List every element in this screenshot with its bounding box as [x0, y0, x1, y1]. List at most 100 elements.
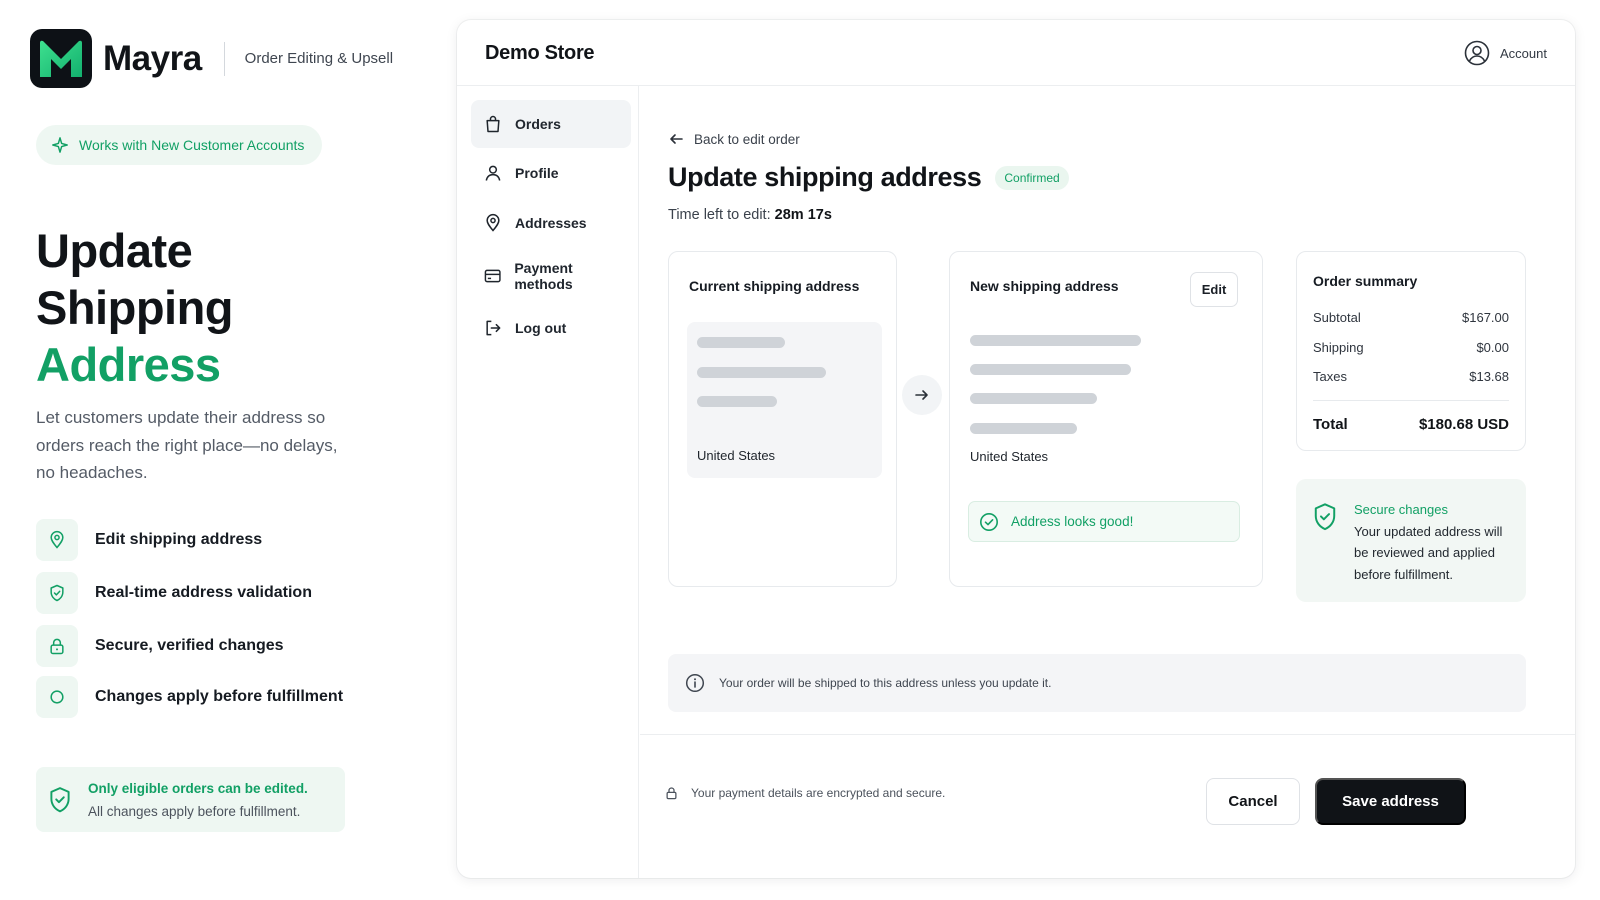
- shipping-info-banner: Your order will be shipped to this addre…: [668, 654, 1526, 712]
- sidebar-item-label: Payment methods: [514, 260, 573, 292]
- feature-item: Edit shipping address: [36, 519, 343, 561]
- hero-line-1: Update: [36, 224, 193, 277]
- back-link-label: Back to edit order: [694, 131, 800, 147]
- check-circle-icon: [980, 512, 998, 531]
- shopping-bag-icon: [486, 115, 500, 133]
- sidebar-item-label: Orders: [515, 116, 561, 132]
- secure-changes-title: Secure changes: [1354, 502, 1448, 517]
- form-footer: Your payment details are encrypted and s…: [640, 734, 1575, 878]
- sidebar-item-payment-methods[interactable]: Payment methods: [471, 252, 631, 300]
- summary-total-row: Total $180.68 USD: [1313, 416, 1509, 433]
- address-line-placeholder: [697, 396, 777, 407]
- map-pin-icon: [486, 213, 500, 232]
- compat-pill-label: Works with New Customer Accounts: [79, 137, 305, 153]
- summary-row: Taxes $13.68: [1313, 369, 1509, 384]
- info-icon: [685, 673, 705, 693]
- circle-icon: [36, 676, 78, 718]
- address-line-placeholder: [970, 393, 1097, 404]
- feature-label: Edit shipping address: [95, 531, 263, 548]
- account-button[interactable]: Account: [1464, 40, 1547, 66]
- account-label: Account: [1500, 45, 1547, 61]
- status-badge: Confirmed: [995, 165, 1069, 190]
- title-row: Update shipping address Confirmed: [668, 162, 1069, 193]
- feature-label: Changes apply before fulfillment: [95, 688, 344, 705]
- new-address-title: New shipping address: [970, 278, 1119, 294]
- feature-item: Real-time address validation: [36, 572, 343, 614]
- note-title: Only eligible orders can be edited.: [88, 780, 308, 796]
- address-line-placeholder: [970, 335, 1141, 346]
- order-summary-title: Order summary: [1313, 273, 1418, 289]
- summary-row-label: Shipping: [1313, 340, 1364, 355]
- store-window: Demo Store Account Orders Profile Addres…: [457, 20, 1575, 878]
- summary-row-value: $0.00: [1476, 340, 1509, 355]
- logout-icon: [486, 320, 501, 336]
- feature-label: Real-time address validation: [95, 584, 312, 601]
- shield-check-icon: [36, 572, 78, 614]
- mayra-logo: [30, 29, 92, 88]
- summary-row-value: $167.00: [1462, 310, 1509, 325]
- lock-icon: [666, 787, 677, 800]
- sidebar-item-addresses[interactable]: Addresses: [471, 199, 631, 247]
- sidebar-item-label: Profile: [515, 165, 559, 181]
- eligibility-note: Only eligible orders can be edited. All …: [36, 767, 345, 832]
- timer-value: 28m 17s: [774, 207, 832, 223]
- sidebar-item-label: Addresses: [515, 215, 587, 231]
- hero-line-2: Shipping: [36, 281, 234, 334]
- order-summary-card: Order summary Subtotal $167.00 Shipping …: [1296, 251, 1526, 451]
- map-pin-icon: [36, 519, 78, 561]
- main-content: Back to edit order Update shipping addre…: [640, 86, 1575, 878]
- edit-address-button[interactable]: Edit: [1190, 272, 1238, 307]
- validation-message: Address looks good!: [968, 501, 1240, 542]
- secure-changes-body: Your updated address will be reviewed an…: [1354, 523, 1503, 582]
- hero-line-3: Address: [36, 338, 221, 391]
- summary-row-label: Taxes: [1313, 369, 1347, 384]
- feature-item: Changes apply before fulfillment: [36, 676, 343, 718]
- store-header: Demo Store Account: [457, 20, 1575, 86]
- feature-label: Secure, verified changes: [95, 637, 284, 654]
- cancel-button[interactable]: Cancel: [1206, 778, 1300, 825]
- encryption-note: Your payment details are encrypted and s…: [664, 785, 945, 801]
- address-line-placeholder: [970, 423, 1077, 434]
- secure-changes-panel: Secure changes Your updated address will…: [1296, 479, 1526, 602]
- shield-check-icon: [1314, 503, 1336, 531]
- current-address-country: United States: [697, 448, 776, 463]
- encryption-note-text: Your payment details are encrypted and s…: [691, 786, 946, 800]
- summary-row-value: $13.68: [1469, 369, 1509, 384]
- sidebar-item-profile[interactable]: Profile: [471, 149, 631, 197]
- compat-pill: Works with New Customer Accounts: [36, 125, 323, 165]
- hero-description: Let customers update their address so or…: [36, 408, 338, 482]
- user-circle-icon: [1464, 40, 1490, 66]
- feature-list: Edit shipping address Real-time address …: [36, 519, 343, 729]
- feature-item: Secure, verified changes: [36, 625, 343, 667]
- arrow-right-indicator: [902, 375, 942, 415]
- sidebar-item-logout[interactable]: Log out: [471, 304, 631, 352]
- summary-row: Shipping $0.00: [1313, 340, 1509, 355]
- edit-timer: Time left to edit: 28m 17s: [668, 207, 832, 223]
- summary-row-label: Subtotal: [1313, 310, 1361, 325]
- summary-total-label: Total: [1313, 416, 1348, 433]
- store-name[interactable]: Demo Store: [485, 42, 595, 65]
- credit-card-icon: [484, 269, 501, 283]
- sparkle-icon: [52, 137, 68, 153]
- sidebar-item-label: Log out: [515, 320, 567, 336]
- brand-tagline: Order Editing & Upsell: [244, 50, 394, 67]
- user-icon: [485, 165, 501, 181]
- shield-check-icon: [50, 786, 70, 812]
- arrow-left-icon: [670, 134, 683, 144]
- address-line-placeholder: [970, 364, 1131, 375]
- new-address-card: New shipping address Edit United States …: [949, 251, 1263, 587]
- brand-name: Mayra: [103, 38, 202, 78]
- shipping-info-text: Your order will be shipped to this addre…: [719, 676, 1052, 690]
- new-address-country: United States: [970, 449, 1049, 464]
- hero-heading: Update Shipping Address: [36, 222, 234, 393]
- arrow-right-icon: [915, 390, 928, 400]
- summary-total-value: $180.68 USD: [1418, 416, 1509, 433]
- note-body: All changes apply before fulfillment.: [88, 803, 301, 819]
- timer-label: Time left to edit:: [668, 207, 771, 223]
- sidebar-item-orders[interactable]: Orders: [471, 100, 631, 148]
- save-address-button[interactable]: Save address: [1315, 778, 1466, 825]
- m-logo-icon: [40, 40, 82, 77]
- back-link[interactable]: Back to edit order: [668, 131, 800, 147]
- summary-divider: [1313, 400, 1509, 401]
- brand-header: Mayra Order Editing & Upsell: [30, 29, 393, 88]
